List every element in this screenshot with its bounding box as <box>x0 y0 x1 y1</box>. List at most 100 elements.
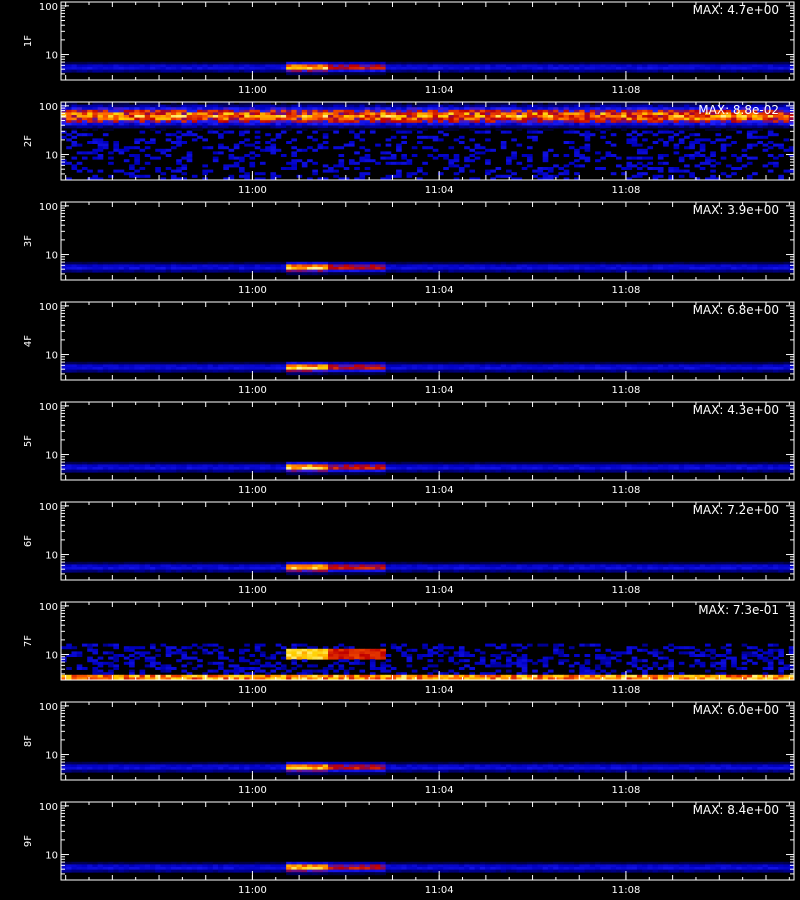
heatmap-cell <box>710 261 716 265</box>
heatmap-cell <box>155 269 161 273</box>
heatmap-cell <box>181 117 188 121</box>
heatmap-cell <box>521 369 528 373</box>
heatmap-cell <box>516 67 523 70</box>
heatmap-cell <box>453 125 460 129</box>
heatmap-cell <box>275 261 282 265</box>
heatmap-cell <box>102 469 109 473</box>
heatmap-cell <box>725 174 732 178</box>
heatmap-cell <box>354 120 360 124</box>
heatmap-cell <box>212 151 219 155</box>
heatmap-cell <box>364 156 371 160</box>
heatmap-cell <box>275 64 282 68</box>
heatmap-cell <box>448 128 455 131</box>
heatmap-cell <box>197 115 203 118</box>
heatmap-cell <box>144 122 151 126</box>
heatmap-cell <box>746 369 753 373</box>
heatmap-cell <box>223 367 229 370</box>
heatmap-cell <box>647 364 654 368</box>
heatmap-cell <box>595 122 601 126</box>
heatmap-cell <box>600 104 606 108</box>
heatmap-cell <box>626 364 633 368</box>
heatmap-cell <box>605 107 612 111</box>
heatmap-cell <box>218 125 224 129</box>
heatmap-cell <box>615 69 622 73</box>
heatmap-cell <box>76 269 83 273</box>
heatmap-cell <box>773 164 779 168</box>
heatmap-cell <box>396 161 402 165</box>
heatmap-cell <box>160 461 167 465</box>
heatmap-cell <box>322 69 329 73</box>
heatmap-cell <box>615 122 622 126</box>
heatmap-cell <box>244 69 250 73</box>
heatmap-cell <box>233 364 240 368</box>
heatmap-cell <box>642 115 648 118</box>
heatmap-cell <box>568 69 575 73</box>
heatmap-cell <box>673 369 680 373</box>
heatmap-cell <box>437 112 444 116</box>
heatmap-cell <box>746 67 753 70</box>
heatmap-cell <box>375 107 381 111</box>
heatmap-cell <box>307 61 313 65</box>
heatmap-cell <box>317 69 324 73</box>
heatmap-cell <box>417 461 423 465</box>
heatmap-cell <box>437 125 444 129</box>
heatmap-cell <box>291 120 298 124</box>
heatmap-cell <box>244 120 250 124</box>
heatmap-cell <box>369 122 376 126</box>
heatmap-cell <box>87 169 93 173</box>
heatmap-cell <box>443 167 449 170</box>
heatmap-cell <box>202 107 208 111</box>
heatmap-cell <box>92 67 99 70</box>
heatmap-cell <box>437 107 444 111</box>
heatmap-cell <box>333 61 339 65</box>
heatmap-cell <box>108 128 114 131</box>
heatmap-cell <box>113 115 119 118</box>
heatmap-cell <box>427 120 434 124</box>
heatmap-cell <box>396 61 402 65</box>
heatmap-cell <box>396 69 402 73</box>
heatmap-cell <box>123 467 130 470</box>
heatmap-cell <box>563 122 570 126</box>
heatmap-cell <box>783 264 790 268</box>
heatmap-cell <box>123 464 130 468</box>
heatmap-cell <box>615 367 622 370</box>
heatmap-cell <box>87 361 93 365</box>
heatmap-cell <box>773 125 779 129</box>
heatmap-cell <box>699 67 706 70</box>
heatmap-cell <box>364 148 371 152</box>
heatmap-cell <box>191 69 198 73</box>
heatmap-cell <box>401 264 407 268</box>
heatmap-cell <box>291 151 298 155</box>
heatmap-cell <box>396 364 402 368</box>
heatmap-cell <box>66 269 72 273</box>
heatmap-cell <box>652 264 659 268</box>
heatmap-cell <box>228 148 235 152</box>
heatmap-cell <box>642 364 648 368</box>
heatmap-cell <box>458 61 465 65</box>
heatmap-cell <box>123 112 130 116</box>
heatmap-cell <box>485 128 491 131</box>
heatmap-cell <box>223 469 229 473</box>
heatmap-cell <box>254 269 261 273</box>
heatmap-cell <box>343 264 350 268</box>
heatmap-cell <box>443 464 449 468</box>
heatmap-cell <box>689 61 695 65</box>
heatmap-cell <box>139 115 146 118</box>
heatmap-cell <box>265 267 271 270</box>
heatmap-cell <box>563 115 570 118</box>
heatmap-cell <box>469 122 476 126</box>
heatmap-cell <box>574 464 580 468</box>
heatmap-cell <box>259 61 266 65</box>
heatmap-cell <box>364 112 371 116</box>
heatmap-cell <box>579 146 585 150</box>
y-tick-label: 100 <box>39 202 58 213</box>
heatmap-cell <box>663 112 669 116</box>
heatmap-cell <box>191 133 198 137</box>
heatmap-cell <box>563 267 570 270</box>
heatmap-cell <box>532 269 538 273</box>
heatmap-cell <box>631 361 638 365</box>
heatmap-cell <box>170 64 177 68</box>
heatmap-cell <box>307 122 313 126</box>
heatmap-cell <box>694 61 701 65</box>
heatmap-cell <box>584 367 591 370</box>
